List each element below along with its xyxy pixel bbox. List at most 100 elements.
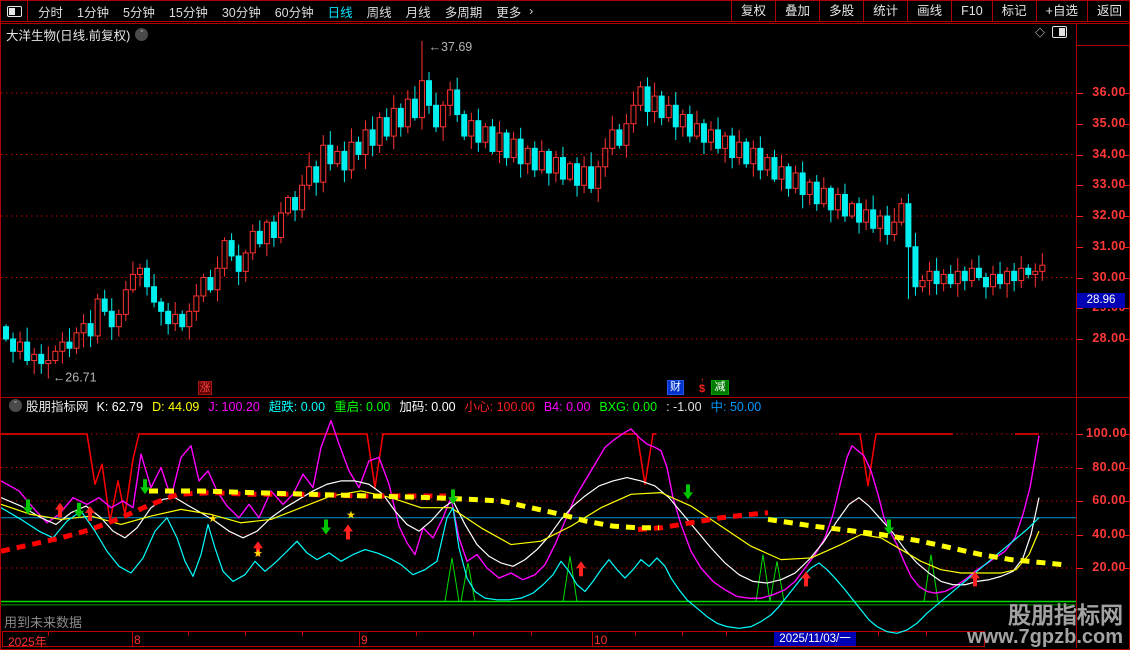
menu-item-6[interactable]: 60分钟	[275, 2, 314, 21]
indicator-tick-right	[1123, 434, 1129, 435]
candle-up	[243, 253, 248, 271]
candle-down	[180, 314, 185, 326]
event-badge-财[interactable]: 财	[667, 380, 684, 395]
price-tick-right	[1123, 339, 1129, 340]
indicator-value-7: 小心: 100.00	[465, 400, 535, 414]
candle-up	[793, 173, 798, 188]
candle-up	[405, 99, 410, 127]
candle-down	[983, 278, 988, 287]
price-label-32.00: 32.00	[1086, 208, 1126, 222]
chevron-down-icon[interactable]: ˇ	[135, 28, 148, 41]
candle-up	[596, 167, 601, 189]
candle-down	[434, 105, 439, 127]
menu-item-4[interactable]: 15分钟	[169, 2, 208, 21]
candle-up	[765, 158, 770, 170]
menu-right-item-3[interactable]: 多股	[819, 1, 863, 22]
price-tick-right	[1123, 216, 1129, 217]
candle-down	[88, 324, 93, 336]
indicator-tick	[1077, 468, 1083, 469]
candle-up	[955, 271, 960, 283]
menu-right-item-2[interactable]: 叠加	[775, 1, 819, 22]
panel-split-icon[interactable]	[1052, 26, 1067, 38]
candle-down	[67, 342, 72, 348]
menu-right-item-4[interactable]: 统计	[863, 1, 907, 22]
menu-item-5[interactable]: 30分钟	[222, 2, 261, 21]
candle-down	[455, 90, 460, 115]
watermark-url: www.7gpzb.com	[967, 627, 1123, 648]
candle-up	[441, 105, 446, 127]
indicator-tick-right	[1123, 535, 1129, 536]
menu-right-item-7[interactable]: 标记	[992, 1, 1036, 22]
event-badge-涨[interactable]: 涨	[198, 381, 212, 395]
menu-item-7[interactable]: 日线	[328, 2, 353, 21]
buy-arrow-up	[576, 561, 586, 576]
yellow-ladder	[768, 519, 1063, 564]
time-axis-bar[interactable]: 2025年89102025/11/03/一	[2, 631, 985, 647]
title-right-icons: ◇	[1035, 24, 1067, 40]
indicator-value-2: D: 44.09	[152, 400, 199, 414]
candle-down	[462, 115, 467, 137]
candle-down	[412, 99, 417, 117]
candle-up	[835, 194, 840, 209]
candle-up	[349, 142, 354, 170]
dollar-up-badge[interactable]: ↑$	[699, 378, 705, 394]
candle-up	[737, 142, 742, 157]
candle-down	[730, 136, 735, 158]
titlebar: 大洋生物(日线.前复权) ˇ	[6, 25, 148, 44]
last-price-badge: 28.96	[1077, 293, 1125, 308]
top-menubar: 分时1分钟5分钟15分钟30分钟60分钟日线周线月线多周期更多› 复权叠加多股统…	[1, 1, 1130, 22]
candle-down	[828, 188, 833, 210]
candle-down	[25, 342, 30, 360]
divider-under-menu	[1, 23, 1130, 24]
event-badge-减[interactable]: 减	[711, 380, 729, 395]
menu-right-item-5[interactable]: 画线	[907, 1, 951, 22]
time-tick	[302, 632, 303, 636]
menu-item-8[interactable]: 周线	[367, 2, 392, 21]
yellow-ladder	[149, 491, 659, 528]
candle-up	[391, 108, 396, 136]
candle-up	[32, 354, 37, 360]
candle-down	[716, 130, 721, 148]
candle-down	[427, 81, 432, 106]
time-tick	[531, 632, 532, 636]
green-spike	[445, 558, 459, 602]
diamond-icon[interactable]: ◇	[1035, 24, 1045, 40]
menu-item-10[interactable]: 多周期	[445, 2, 483, 21]
k-line	[1, 478, 1039, 585]
price-label-35.00: 35.00	[1086, 116, 1126, 130]
candle-up	[638, 87, 643, 105]
menu-item-9[interactable]: 月线	[406, 2, 431, 21]
indicator-chevron-icon[interactable]: ˇ	[9, 399, 22, 412]
candle-up	[969, 268, 974, 280]
candle-up	[878, 216, 883, 228]
candle-up	[553, 158, 558, 173]
candle-up	[631, 105, 636, 123]
menu-right-item-1[interactable]: 复权	[731, 1, 775, 22]
candle-down	[1012, 271, 1017, 280]
candle-up	[1019, 268, 1024, 280]
candle-up	[1040, 265, 1045, 271]
menu-item-11[interactable]: 更多	[496, 2, 521, 21]
divider-topright	[1076, 45, 1130, 46]
candle-down	[842, 194, 847, 216]
charts-canvas[interactable]: ←37.69←26.71★★★	[1, 1, 1130, 650]
menu-right-item-6[interactable]: F10	[951, 1, 992, 22]
layout-toggle-button[interactable]	[1, 1, 28, 22]
candle-down	[328, 145, 333, 163]
menu-item-2[interactable]: 1分钟	[77, 2, 109, 21]
menu-item-1[interactable]: 分时	[38, 2, 63, 21]
candle-down	[39, 354, 44, 363]
menu-item-3[interactable]: 5分钟	[123, 2, 155, 21]
time-tick	[245, 632, 246, 636]
indicator-tick-right	[1123, 501, 1129, 502]
menu-right-item-8[interactable]: +自选	[1036, 1, 1087, 22]
menu-right: 复权叠加多股统计画线F10标记+自选返回	[731, 1, 1130, 22]
indicator-tick	[1077, 535, 1083, 536]
dollar-icon: $	[699, 384, 705, 394]
buy-arrow-up	[970, 571, 980, 586]
time-tick-major	[132, 632, 133, 646]
time-tick	[473, 632, 474, 636]
time-tick	[416, 632, 417, 636]
menu-right-item-9[interactable]: 返回	[1087, 1, 1130, 22]
time-tick-major	[592, 632, 593, 646]
